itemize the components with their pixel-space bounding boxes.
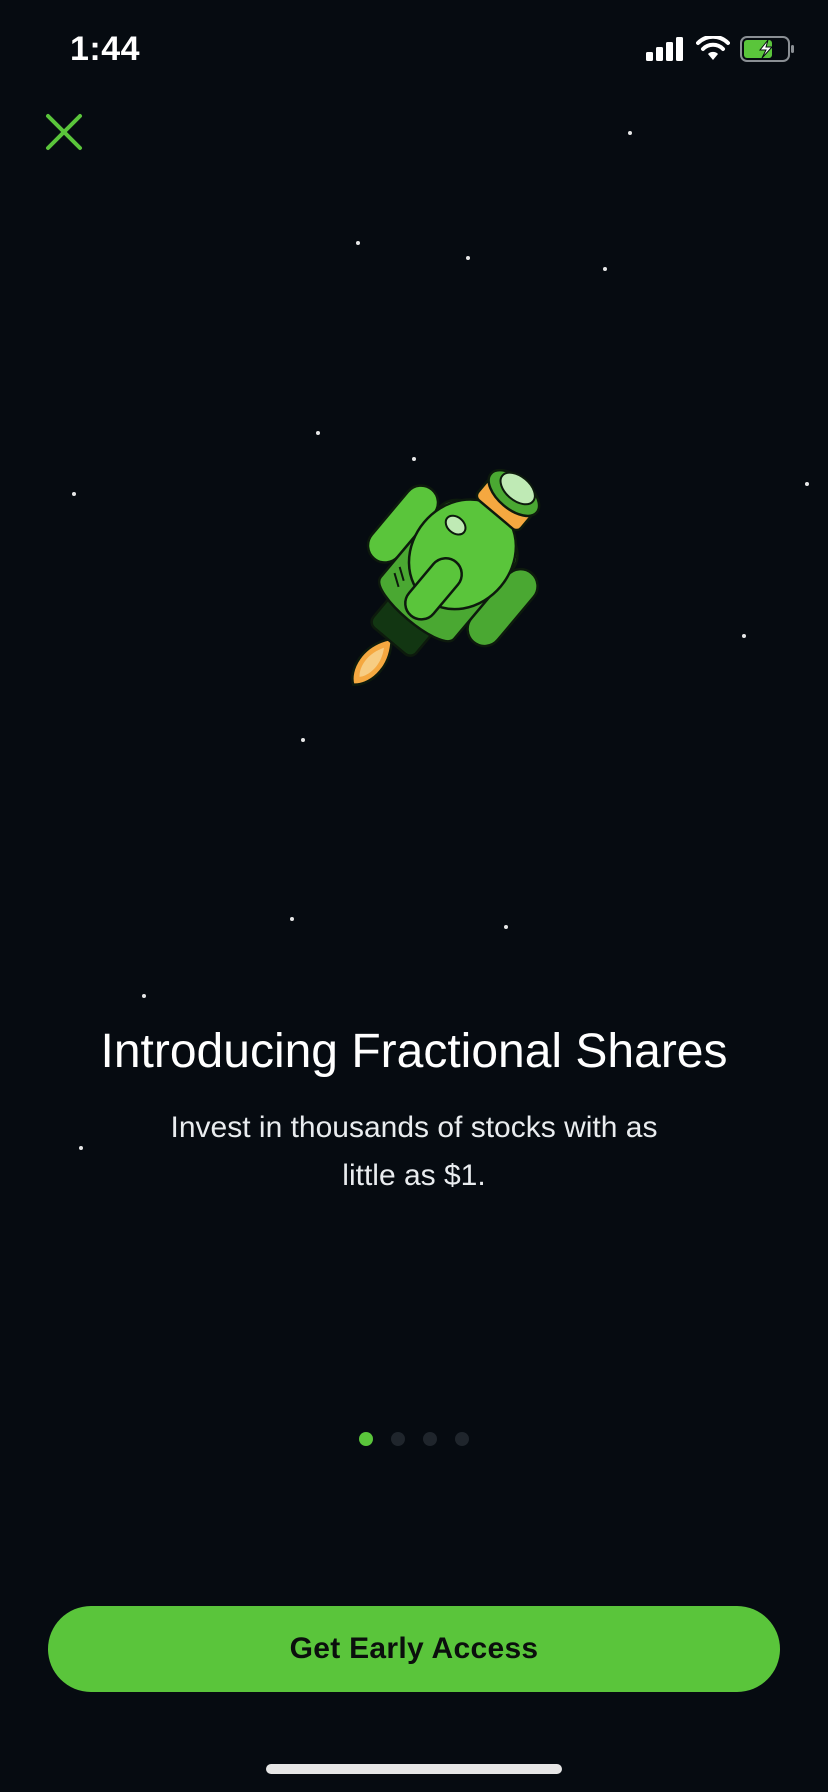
page-dot-2[interactable] [391,1432,405,1446]
star [72,492,76,496]
star [79,1146,83,1150]
close-icon [46,114,82,150]
page-subtitle: Invest in thousands of stocks with as li… [170,1111,658,1192]
onboarding-screen: 1:44 Introducing Fractional Shares Inves… [0,0,828,1792]
star [628,131,632,135]
get-early-access-button[interactable]: Get Early Access [48,1606,780,1692]
battery-charging-icon [740,36,794,62]
status-time: 1:44 [70,30,141,68]
page-title: Introducing Fractional Shares [100,1025,728,1078]
star [142,994,146,998]
star [603,267,607,271]
star [301,738,305,742]
close-button[interactable] [44,112,84,152]
rocket-icon [351,468,541,686]
star [356,241,360,245]
pagination-dots [0,1432,828,1446]
home-indicator[interactable] [266,1764,562,1774]
star [742,634,746,638]
page-dot-4[interactable] [455,1432,469,1446]
star [316,431,320,435]
page-dot-3[interactable] [423,1432,437,1446]
star [504,925,508,929]
signal-icon [646,37,683,61]
wifi-icon [696,36,730,60]
star [466,256,470,260]
page-dot-1[interactable] [359,1432,373,1446]
star [805,482,809,486]
star [290,917,294,921]
status-icons [646,34,796,64]
